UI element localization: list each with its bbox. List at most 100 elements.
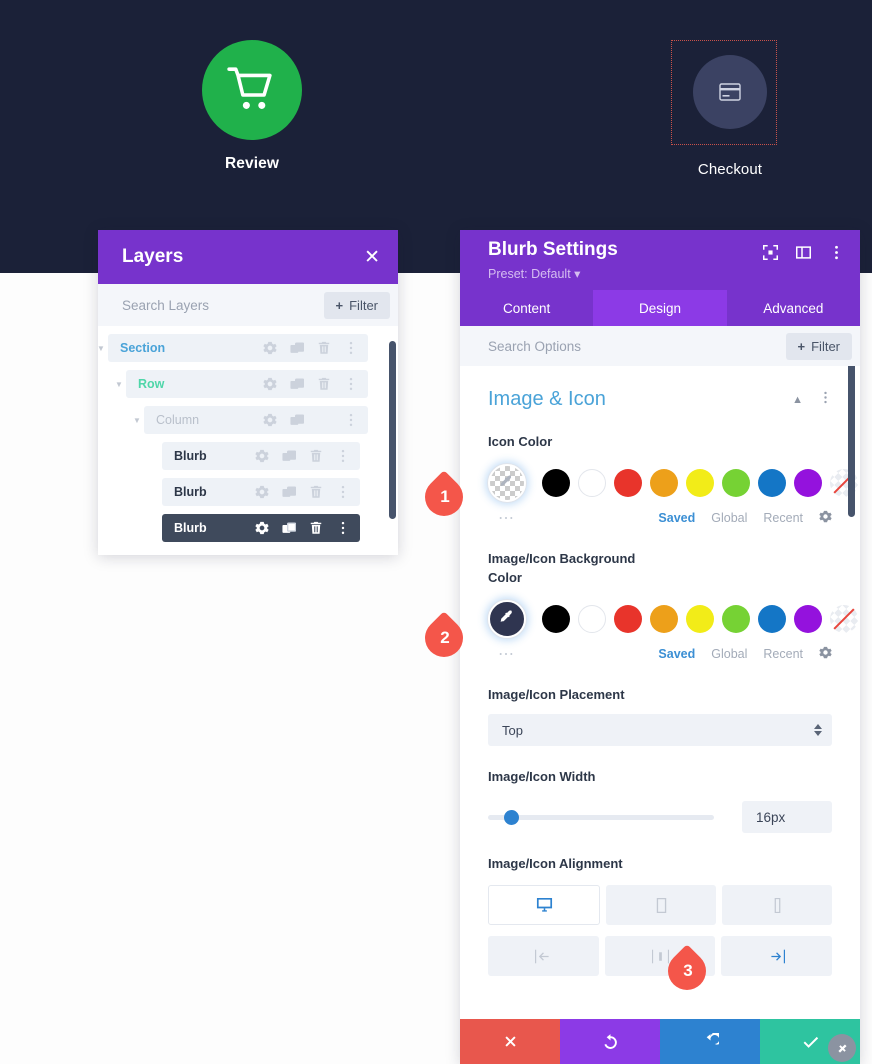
bg-color-swatch-7[interactable]	[794, 604, 822, 633]
hero-item-checkout[interactable]: Checkout	[650, 55, 810, 178]
more-vertical-icon[interactable]	[344, 413, 358, 427]
icon-color-swatch-6[interactable]	[758, 468, 786, 497]
more-vertical-icon[interactable]	[344, 341, 358, 355]
chevron-up-icon[interactable]: ▲	[792, 394, 803, 406]
bg-color-swatch-1[interactable]	[578, 604, 606, 633]
gear-icon[interactable]	[263, 341, 277, 355]
image-icon-placement-select[interactable]: Top	[488, 714, 832, 747]
icon-color-tab-saved[interactable]: Saved	[658, 511, 695, 525]
expand-caret-icon[interactable]: ▼	[112, 380, 126, 389]
bg-color-swatch-5[interactable]	[722, 604, 750, 633]
more-vertical-icon[interactable]	[336, 521, 350, 535]
bg-color-tab-global[interactable]: Global	[711, 647, 747, 661]
settings-preset-selector[interactable]: Preset: Default ▾	[488, 266, 618, 281]
icon-color-more-options[interactable]: ⋯	[488, 508, 516, 528]
duplicate-icon[interactable]	[290, 341, 304, 355]
expand-caret-icon[interactable]: ▼	[98, 344, 108, 353]
icon-color-tab-global[interactable]: Global	[711, 511, 747, 525]
trash-icon[interactable]	[309, 485, 323, 499]
layer-row-blurb-4[interactable]: Blurb	[98, 478, 398, 506]
layer-chip[interactable]: Blurb	[162, 514, 360, 542]
align-left-button[interactable]	[488, 936, 599, 977]
hero-item-review[interactable]: Review	[172, 40, 332, 173]
icon-color-swatch-0[interactable]	[542, 468, 570, 497]
duplicate-icon[interactable]	[282, 449, 296, 463]
gear-icon[interactable]	[263, 377, 277, 391]
gear-icon[interactable]	[255, 449, 269, 463]
image-icon-width-slider[interactable]	[488, 809, 714, 825]
tab-advanced[interactable]: Advanced	[727, 290, 860, 326]
more-vertical-icon[interactable]	[819, 391, 832, 409]
bg-color-swatch-2[interactable]	[614, 604, 642, 633]
icon-color-swatch-3[interactable]	[650, 468, 678, 497]
resize-handle-icon[interactable]	[828, 1034, 856, 1062]
expand-caret-icon[interactable]: ▼	[130, 416, 144, 425]
layer-row-row-1[interactable]: ▼ Row	[98, 370, 398, 398]
redo-button[interactable]	[660, 1019, 760, 1064]
image-icon-width-value[interactable]: 16px	[742, 801, 832, 834]
icon-color-swatch-4[interactable]	[686, 468, 714, 497]
layer-chip[interactable]: Section	[108, 334, 368, 362]
device-tab-phone[interactable]	[722, 885, 832, 926]
more-vertical-icon[interactable]	[829, 245, 844, 265]
bg-color-more-options[interactable]: ⋯	[488, 644, 516, 664]
image-icon-section-header[interactable]: Image & Icon ▲	[488, 366, 832, 411]
tab-design[interactable]: Design	[593, 290, 727, 326]
image-icon-bg-color-current-swatch[interactable]	[488, 599, 526, 638]
tab-content[interactable]: Content	[460, 290, 593, 326]
close-icon[interactable]: ✕	[364, 248, 380, 267]
panel-layout-icon[interactable]	[796, 245, 811, 265]
layer-chip[interactable]: Blurb	[162, 442, 360, 470]
search-layers-input[interactable]: Search Layers	[122, 298, 209, 313]
layer-chip[interactable]: Column	[144, 406, 368, 434]
bg-color-swatch-4[interactable]	[686, 604, 714, 633]
more-vertical-icon[interactable]	[336, 485, 350, 499]
bg-color-tab-recent[interactable]: Recent	[763, 647, 803, 661]
cancel-button[interactable]	[460, 1019, 560, 1064]
icon-color-tab-recent[interactable]: Recent	[763, 511, 803, 525]
layer-row-blurb-3[interactable]: Blurb	[98, 442, 398, 470]
layers-scrollbar[interactable]	[389, 341, 396, 519]
icon-color-swatch-7[interactable]	[794, 468, 822, 497]
icon-color-swatch-2[interactable]	[614, 468, 642, 497]
layer-row-blurb-5[interactable]: Blurb	[98, 514, 398, 542]
duplicate-icon[interactable]	[282, 485, 296, 499]
bg-color-swatch-6[interactable]	[758, 604, 786, 633]
trash-icon[interactable]	[317, 377, 331, 391]
layer-row-column-2[interactable]: ▼ Column	[98, 406, 398, 434]
color-settings-gear-icon[interactable]	[819, 646, 832, 662]
gear-icon[interactable]	[255, 521, 269, 535]
more-vertical-icon[interactable]	[344, 377, 358, 391]
bg-color-swatch-none[interactable]	[830, 604, 858, 633]
duplicate-icon[interactable]	[290, 377, 304, 391]
icon-color-current-swatch[interactable]	[488, 463, 526, 502]
layer-chip[interactable]: Blurb	[162, 478, 360, 506]
bg-color-swatch-3[interactable]	[650, 604, 678, 633]
layer-name: Column	[156, 413, 200, 427]
undo-button[interactable]	[560, 1019, 660, 1064]
gear-icon[interactable]	[255, 485, 269, 499]
device-tab-desktop[interactable]	[488, 885, 600, 926]
color-settings-gear-icon[interactable]	[819, 510, 832, 526]
fullscreen-icon[interactable]	[763, 245, 778, 265]
duplicate-icon[interactable]	[290, 413, 304, 427]
more-vertical-icon[interactable]	[336, 449, 350, 463]
slider-knob[interactable]	[503, 809, 519, 825]
trash-icon[interactable]	[309, 449, 323, 463]
gear-icon[interactable]	[263, 413, 277, 427]
icon-color-swatch-1[interactable]	[578, 468, 606, 497]
layers-filter-button[interactable]: + Filter	[323, 291, 390, 319]
settings-scrollbar[interactable]	[848, 366, 855, 517]
layer-chip[interactable]: Row	[126, 370, 368, 398]
device-tab-tablet[interactable]	[606, 885, 716, 926]
icon-color-swatch-5[interactable]	[722, 468, 750, 497]
trash-icon[interactable]	[309, 521, 323, 535]
trash-icon[interactable]	[317, 341, 331, 355]
align-right-button[interactable]	[721, 936, 833, 977]
layer-row-section-0[interactable]: ▼ Section	[98, 334, 398, 362]
search-options-input[interactable]: Search Options	[488, 339, 581, 354]
bg-color-tab-saved[interactable]: Saved	[658, 647, 695, 661]
options-filter-button[interactable]: + Filter	[785, 332, 852, 360]
duplicate-icon[interactable]	[282, 521, 296, 535]
bg-color-swatch-0[interactable]	[542, 604, 570, 633]
